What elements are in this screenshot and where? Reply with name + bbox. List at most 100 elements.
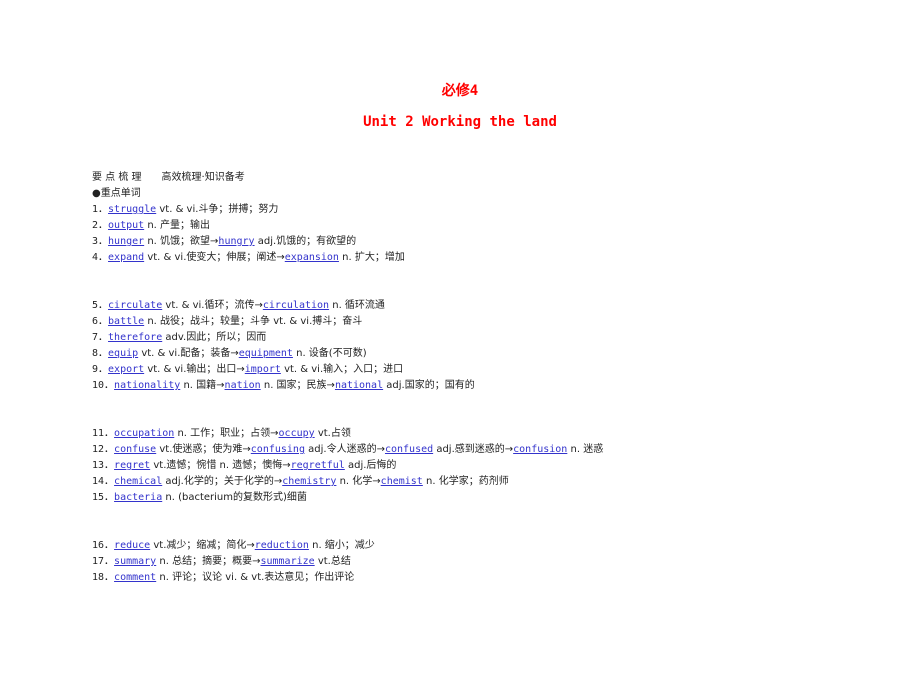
- vocab-word-link[interactable]: hungry: [218, 236, 254, 247]
- definition-text: vt. & vi.输出；出口→: [144, 364, 245, 375]
- vocab-word-link[interactable]: regret: [114, 460, 150, 471]
- vocab-word-link[interactable]: nationality: [114, 380, 180, 391]
- definition-text: vt. & vi.使变大；伸展；阐述→: [144, 252, 285, 263]
- vocab-item: 17．summary n. 总结；摘要；概要→summarize vt.总结: [92, 554, 603, 570]
- vocab-item: 1．struggle vt. & vi.斗争；拼搏；努力: [92, 202, 603, 218]
- vocab-word-link[interactable]: equipment: [239, 348, 293, 359]
- definition-text: vt.占领: [314, 428, 351, 439]
- vocab-word-link[interactable]: reduce: [114, 540, 150, 551]
- vocab-item: 18．comment n. 评论；议论 vi. & vt.表达意见；作出评论: [92, 570, 603, 586]
- book-title: 必修4: [441, 83, 479, 99]
- section-label-line: 要 点 梳 理 高效梳理·知识备考: [92, 170, 603, 186]
- item-number: 2．: [92, 220, 109, 231]
- vocab-word-link[interactable]: confusion: [513, 444, 567, 455]
- vocab-word-link[interactable]: expansion: [285, 252, 339, 263]
- vocab-word-link[interactable]: chemist: [381, 476, 423, 487]
- vocab-word-link[interactable]: hunger: [108, 236, 144, 247]
- definition-text: n. (bacterium的复数形式)细菌: [162, 492, 307, 503]
- definition-text: n. 化学家；药剂师: [422, 476, 509, 487]
- vocab-word-link[interactable]: summarize: [260, 556, 314, 567]
- definition-text: vt.使迷惑；使为难→: [156, 444, 251, 455]
- definition-text: n. 化学→: [336, 476, 381, 487]
- vocab-word-link[interactable]: confused: [385, 444, 433, 455]
- vocab-word-link[interactable]: equip: [108, 348, 138, 359]
- vocab-word-link[interactable]: comment: [114, 572, 156, 583]
- definition-text: vt.减少；缩减；简化→: [150, 540, 255, 551]
- item-number: 1．: [92, 204, 109, 215]
- item-number: 15．: [92, 492, 115, 503]
- section-sublabel: 高效梳理·知识备考: [161, 172, 245, 183]
- section-label: 要 点 梳 理: [92, 172, 142, 183]
- definition-text: vt.总结: [314, 556, 351, 567]
- vocab-word-link[interactable]: national: [335, 380, 383, 391]
- item-number: 7．: [92, 332, 109, 343]
- vocab-item: 14．chemical adj.化学的；关于化学的→chemistry n. 化…: [92, 474, 603, 490]
- item-number: 5．: [92, 300, 109, 311]
- vocab-word-link[interactable]: struggle: [108, 204, 156, 215]
- definition-text: adj.令人迷惑的→: [304, 444, 385, 455]
- definition-text: adj.感到迷惑的→: [433, 444, 514, 455]
- item-number: 14．: [92, 476, 115, 487]
- vocab-item: 16．reduce vt.减少；缩减；简化→reduction n. 缩小；减少: [92, 538, 603, 554]
- vocab-word-link[interactable]: regretful: [291, 460, 345, 471]
- definition-text: adj.国家的；国有的: [383, 380, 475, 391]
- vocab-word-link[interactable]: bacteria: [114, 492, 162, 503]
- definition-text: n. 国家；民族→: [260, 380, 335, 391]
- vocab-word-link[interactable]: summary: [114, 556, 156, 567]
- definition-text: n. 设备(不可数): [292, 348, 367, 359]
- definition-text: n. 循环流通: [329, 300, 385, 311]
- definition-text: n. 评论；议论 vi. & vt.表达意见；作出评论: [156, 572, 355, 583]
- definition-text: n. 国籍→: [180, 380, 225, 391]
- vocab-item: 2．output n. 产量；输出: [92, 218, 603, 234]
- vocab-word-link[interactable]: reduction: [255, 540, 309, 551]
- vocab-item: 15．bacteria n. (bacterium的复数形式)细菌: [92, 490, 603, 506]
- vocab-word-link[interactable]: chemistry: [282, 476, 336, 487]
- definition-text: adv.因此；所以；因而: [162, 332, 267, 343]
- word-groups: 1．struggle vt. & vi.斗争；拼搏；努力 2．output n. …: [92, 202, 603, 586]
- vocab-item: 5．circulate vt. & vi.循环；流传→circulation n…: [92, 298, 603, 314]
- definition-text: n. 工作；职业；占领→: [174, 428, 279, 439]
- definition-text: vt. & vi.配备；装备→: [138, 348, 239, 359]
- item-number: 9．: [92, 364, 109, 375]
- vocab-word-link[interactable]: occupy: [279, 428, 315, 439]
- vocab-word-link[interactable]: confuse: [114, 444, 156, 455]
- vocab-item: 13．regret vt.遗憾；惋惜 n. 遗憾；懊悔→regretful ad…: [92, 458, 603, 474]
- vocab-item: 8．equip vt. & vi.配备；装备→equipment n. 设备(不…: [92, 346, 603, 362]
- vocabulary-content: 要 点 梳 理 高效梳理·知识备考 ●重点单词 1．struggle vt. & …: [92, 170, 603, 586]
- definition-text: n. 总结；摘要；概要→: [156, 556, 261, 567]
- vocab-item: 7．therefore adv.因此；所以；因而: [92, 330, 603, 346]
- definition-text: vt. & vi.循环；流传→: [162, 300, 263, 311]
- vocab-word-link[interactable]: output: [108, 220, 144, 231]
- item-number: 16．: [92, 540, 115, 551]
- vocab-item: 12．confuse vt.使迷惑；使为难→confusing adj.令人迷惑…: [92, 442, 603, 458]
- vocab-word-link[interactable]: circulation: [263, 300, 329, 311]
- vocab-item: 6．battle n. 战役；战斗；较量；斗争 vt. & vi.搏斗；奋斗: [92, 314, 603, 330]
- vocab-item: 11．occupation n. 工作；职业；占领→occupy vt.占领: [92, 426, 603, 442]
- vocab-word-link[interactable]: occupation: [114, 428, 174, 439]
- definition-text: n. 扩大；增加: [338, 252, 405, 263]
- vocab-word-link[interactable]: battle: [108, 316, 144, 327]
- vocab-word-link[interactable]: expand: [108, 252, 144, 263]
- item-number: 18．: [92, 572, 115, 583]
- item-number: 12．: [92, 444, 115, 455]
- unit-title: Unit 2 Working the land: [363, 114, 557, 130]
- vocab-word-link[interactable]: import: [245, 364, 281, 375]
- definition-text: adj.饥饿的；有欲望的: [254, 236, 357, 247]
- vocab-word-link[interactable]: therefore: [108, 332, 162, 343]
- vocab-item: 4．expand vt. & vi.使变大；伸展；阐述→expansion n.…: [92, 250, 603, 266]
- vocab-word-link[interactable]: circulate: [108, 300, 162, 311]
- definition-text: vt.遗憾；惋惜 n. 遗憾；懊悔→: [150, 460, 291, 471]
- definition-text: n. 战役；战斗；较量；斗争 vt. & vi.搏斗；奋斗: [144, 316, 363, 327]
- item-number: 13．: [92, 460, 115, 471]
- vocab-word-link[interactable]: confusing: [251, 444, 305, 455]
- item-number: 4．: [92, 252, 109, 263]
- item-number: 8．: [92, 348, 109, 359]
- item-number: 10．: [92, 380, 115, 391]
- vocab-word-link[interactable]: nation: [225, 380, 261, 391]
- vocab-word-link[interactable]: chemical: [114, 476, 162, 487]
- item-number: 3．: [92, 236, 109, 247]
- vocab-word-link[interactable]: export: [108, 364, 144, 375]
- definition-text: adj.化学的；关于化学的→: [162, 476, 283, 487]
